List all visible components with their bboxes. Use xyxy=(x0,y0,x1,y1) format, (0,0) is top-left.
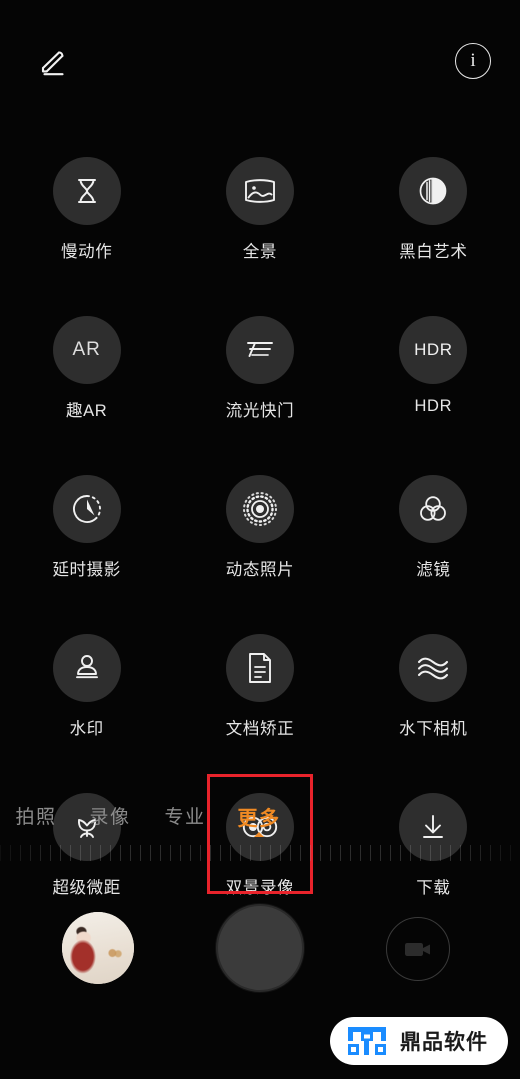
shutter-button[interactable] xyxy=(216,904,304,992)
mode-label: 延时摄影 xyxy=(52,561,121,579)
video-mode-toggle[interactable] xyxy=(386,917,450,981)
hourglass-icon xyxy=(52,157,121,225)
mode-item-watermark[interactable]: 水印 xyxy=(0,625,173,739)
panorama-icon xyxy=(225,157,294,225)
time-lapse-icon xyxy=(52,475,121,543)
mode-label: HDR xyxy=(414,397,453,415)
tab-pro[interactable]: 专业 xyxy=(164,802,205,829)
mode-label: 黑白艺术 xyxy=(399,243,468,261)
light-painting-icon xyxy=(225,316,294,384)
monochrome-icon xyxy=(399,157,468,225)
mode-label: 慢动作 xyxy=(61,243,113,261)
hdr-icon-text: HDR xyxy=(414,340,453,359)
top-bar: i xyxy=(0,0,520,122)
mode-label: 文档矫正 xyxy=(225,720,295,738)
mode-item-underwater[interactable]: 水下相机 xyxy=(347,625,520,739)
gallery-thumbnail-image xyxy=(62,912,134,984)
watermark-badge: 鼎品软件 xyxy=(330,1017,508,1065)
mode-label: 水下相机 xyxy=(399,720,468,738)
mode-item-monochrome[interactable]: 黑白艺术 xyxy=(347,148,520,262)
mode-label: 流光快门 xyxy=(225,402,295,420)
underwater-waves-icon xyxy=(399,634,468,702)
info-glyph: i xyxy=(470,49,476,71)
camera-more-modes-screen: i 慢动作 全景 黑白艺术 AR 趣AR 流光快门 HDR HDR 延时摄影 动… xyxy=(0,0,520,1079)
tab-video[interactable]: 录像 xyxy=(89,802,130,829)
hdr-icon: HDR xyxy=(399,316,468,384)
mode-item-slow-motion[interactable]: 慢动作 xyxy=(0,148,173,262)
video-camera-icon xyxy=(405,943,430,956)
mode-label: 动态照片 xyxy=(225,561,295,579)
live-photo-icon xyxy=(225,475,294,543)
mode-item-panorama[interactable]: 全景 xyxy=(173,148,346,262)
mode-tabs: 拍照 录像 专业 更多 xyxy=(0,802,520,842)
mode-item-document-correction[interactable]: 文档矫正 xyxy=(173,625,346,739)
mode-label: 全景 xyxy=(242,243,278,261)
mode-item-hdr[interactable]: HDR HDR xyxy=(347,307,520,421)
ar-icon: AR xyxy=(52,316,121,384)
mode-label: 水印 xyxy=(69,720,104,738)
ar-icon-text: AR xyxy=(72,339,101,360)
tab-photo[interactable]: 拍照 xyxy=(15,802,56,829)
gallery-thumbnail[interactable] xyxy=(62,912,134,984)
mode-label: 滤镜 xyxy=(416,561,451,579)
document-correction-icon xyxy=(225,634,294,702)
tab-more[interactable]: 更多 xyxy=(238,802,281,831)
zoom-ruler-strip[interactable] xyxy=(0,845,520,861)
watermark-text: 鼎品软件 xyxy=(400,1031,488,1054)
mode-item-light-painting[interactable]: 流光快门 xyxy=(173,307,346,421)
active-tab-indicator xyxy=(254,832,264,837)
mode-item-live-photo[interactable]: 动态照片 xyxy=(173,466,346,580)
pencil-edit-icon[interactable] xyxy=(26,36,78,88)
filter-rings-icon xyxy=(399,475,468,543)
mode-label: 趣AR xyxy=(66,402,108,420)
watermark-stamp-icon xyxy=(52,634,121,702)
mode-item-time-lapse[interactable]: 延时摄影 xyxy=(0,466,173,580)
info-circle-icon[interactable]: i xyxy=(455,43,491,79)
mode-item-filter[interactable]: 滤镜 xyxy=(347,466,520,580)
dingpin-logo xyxy=(348,1027,386,1055)
mode-grid: 慢动作 全景 黑白艺术 AR 趣AR 流光快门 HDR HDR 延时摄影 动态照… xyxy=(0,148,520,898)
mode-item-ar[interactable]: AR 趣AR xyxy=(0,307,173,421)
